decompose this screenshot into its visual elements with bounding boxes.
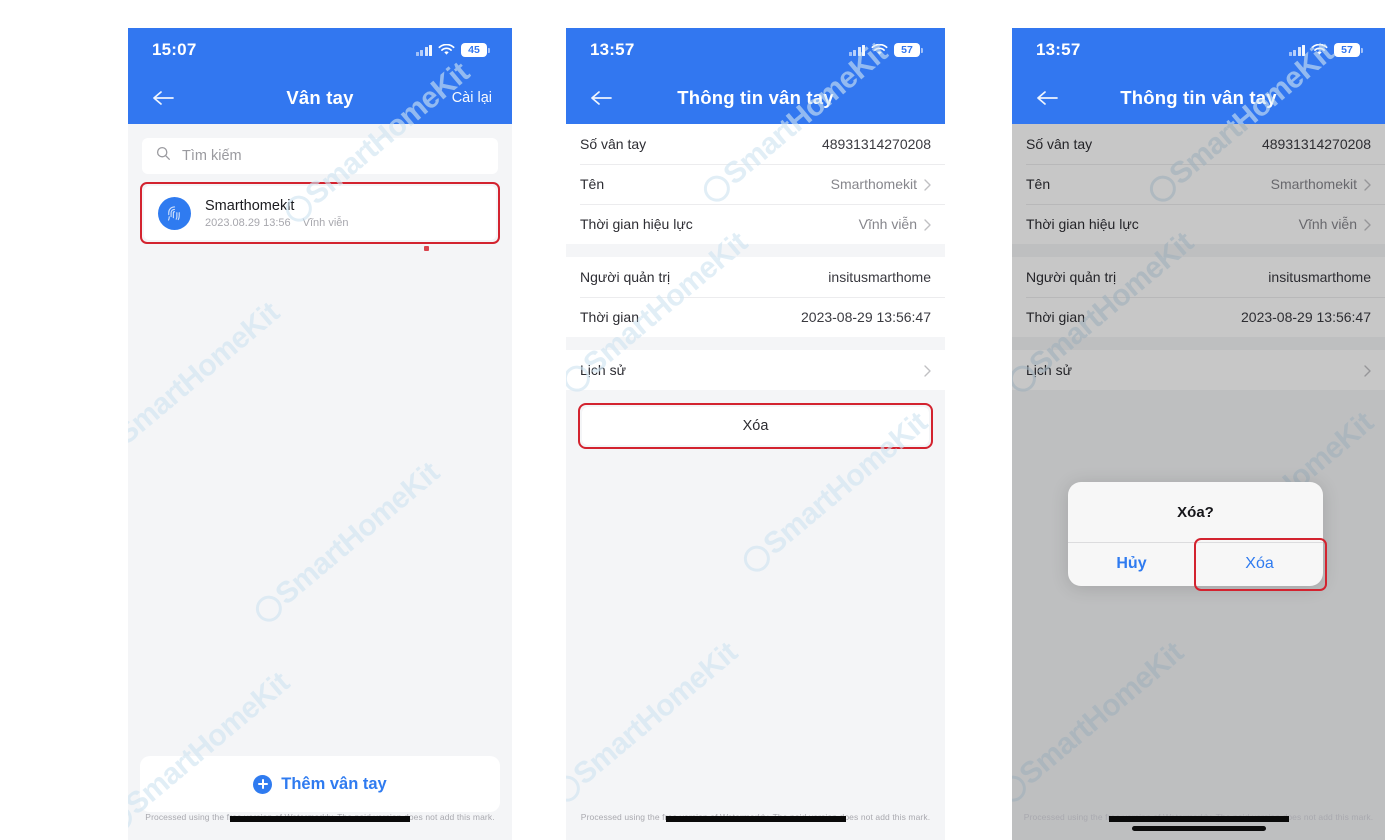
back-arrow-icon[interactable] [150, 88, 176, 108]
footer-strike [230, 816, 410, 822]
home-indicator [1131, 826, 1266, 831]
status-bar-panel2: 13:57 57 [566, 28, 945, 72]
status-bar-panel1: 15:07 45 [128, 28, 512, 72]
phone-screen-delete-confirm: 13:57 57 Thông tin vân tay SmartHomeKit … [1012, 28, 1385, 840]
chevron-right-icon [924, 364, 931, 377]
back-arrow-icon[interactable] [1034, 88, 1060, 108]
watermark-footer: Processed using the free version of Wate… [145, 812, 495, 822]
search-placeholder: Tìm kiếm [182, 148, 242, 164]
battery-level: 57 [1341, 43, 1353, 56]
signal-bars-icon [1288, 44, 1305, 56]
list-item-fingerprint[interactable]: Smarthomekit 2023.08.29 13:56 Vĩnh viễn [144, 186, 496, 240]
red-dot-marker [424, 246, 429, 251]
table-row[interactable]: Người quản trị insitusmarthome [566, 257, 945, 297]
cancel-button[interactable]: Hủy [1068, 543, 1195, 586]
chevron-right-icon [924, 178, 931, 191]
chevron-right-icon [924, 218, 931, 231]
footer-strike [1108, 816, 1289, 822]
detail-group-2: Người quản trị insitusmarthome Thời gian… [566, 257, 945, 337]
status-bar-panel3: 13:57 57 [1012, 28, 1385, 72]
fingerprint-date: 2023.08.29 13:56 [205, 216, 291, 229]
watermark-footer: Processed using the free version of Wate… [580, 812, 931, 822]
phone-screen-fingerprint-detail: 13:57 57 Thông tin vân tay SmartHomeKit … [566, 28, 945, 840]
confirm-delete-button[interactable]: Xóa [1196, 543, 1323, 586]
row-value: Smarthomekit [830, 176, 917, 192]
panel1-body: SmartHomeKit SmartHomeKit SmartHomeKit S… [128, 56, 512, 840]
detail-group-1: Số vân tay 48931314270208 Tên Smarthomek… [566, 124, 945, 244]
fingerprint-item-highlight: Smarthomekit 2023.08.29 13:56 Vĩnh viễn [140, 182, 500, 244]
wifi-icon [438, 44, 455, 56]
add-fingerprint-label: Thêm vân tay [281, 774, 387, 793]
footer-strike [665, 816, 846, 822]
page-title: Thông tin vân tay [1120, 87, 1277, 108]
search-icon [156, 146, 171, 166]
delete-area: Xóa [566, 403, 945, 449]
row-value: 48931314270208 [821, 136, 931, 152]
row-label: Người quản trị [580, 269, 671, 285]
nav-bar-panel2: Thông tin vân tay [566, 72, 945, 124]
watermark-smarthomekit: SmartHomeKit [248, 456, 446, 630]
table-row[interactable]: Tên Smarthomekit [566, 164, 945, 204]
table-row[interactable]: Thời gian 2023-08-29 13:56:47 [566, 297, 945, 337]
search-area: Tìm kiếm [128, 124, 512, 174]
row-value: Vĩnh viễn [858, 216, 917, 232]
row-value: 2023-08-29 13:56:47 [801, 309, 931, 325]
row-value: insitusmarthome [828, 269, 931, 285]
status-time: 15:07 [152, 40, 197, 59]
watermark-footer: Processed using the free version of Wate… [1023, 812, 1374, 822]
plus-circle-icon [253, 774, 273, 794]
panel2-body: SmartHomeKit SmartHomeKit SmartHomeKit S… [566, 36, 945, 840]
page-title: Thông tin vân tay [677, 87, 834, 108]
battery-indicator: 45 [461, 43, 490, 57]
row-label: Tên [580, 176, 605, 192]
dialog-title: Xóa? [1177, 504, 1214, 521]
fingerprint-list: Smarthomekit 2023.08.29 13:56 Vĩnh viễn [128, 174, 512, 244]
battery-indicator: 57 [894, 43, 923, 57]
signal-bars-icon [415, 44, 432, 56]
table-row[interactable]: Số vân tay 48931314270208 [566, 124, 945, 164]
wifi-icon [871, 44, 888, 56]
watermark-smarthomekit: SmartHomeKit [566, 636, 744, 810]
fingerprint-validity: Vĩnh viễn [302, 216, 349, 229]
row-label: Thời gian [580, 309, 639, 325]
signal-bars-icon [848, 44, 865, 56]
search-input[interactable]: Tìm kiếm [142, 138, 498, 174]
dialog-actions: Hủy Xóa [1068, 538, 1327, 591]
status-time: 13:57 [590, 40, 635, 59]
reset-button[interactable]: Cài lại [452, 90, 492, 106]
status-time: 13:57 [1036, 40, 1081, 59]
table-row-history[interactable]: Lịch sử [566, 350, 945, 390]
table-row[interactable]: Thời gian hiệu lực Vĩnh viễn [566, 204, 945, 244]
wifi-icon [1311, 44, 1328, 56]
detail-group-3: Lịch sử [566, 350, 945, 390]
watermark-smarthomekit: SmartHomeKit [128, 296, 286, 470]
row-label: Số vân tay [580, 136, 647, 152]
add-fingerprint-area: Thêm vân tay [140, 756, 500, 812]
phone-screen-fingerprint-list: 15:07 45 Vân tay Cài lại SmartHomeKit Sm… [128, 28, 512, 840]
nav-bar-panel3: Thông tin vân tay [1012, 72, 1385, 124]
screenshot-stage: 15:07 45 Vân tay Cài lại SmartHomeKit Sm… [0, 0, 1385, 840]
row-label: Lịch sử [580, 362, 626, 378]
fingerprint-icon [158, 196, 191, 230]
battery-level: 45 [468, 43, 480, 56]
row-label: Thời gian hiệu lực [580, 216, 693, 232]
battery-indicator: 57 [1334, 43, 1363, 57]
delete-button[interactable]: Xóa [582, 407, 929, 445]
delete-confirm-dialog: Xóa? Hủy Xóa [1068, 482, 1327, 591]
add-fingerprint-button[interactable]: Thêm vân tay [140, 756, 500, 812]
delete-button-highlight: Xóa [578, 403, 933, 449]
back-arrow-icon[interactable] [588, 88, 614, 108]
panel3-body: SmartHomeKit SmartHomeKit SmartHomeKit S… [1012, 36, 1385, 840]
fingerprint-name: Smarthomekit [205, 197, 295, 214]
battery-level: 57 [901, 43, 913, 56]
nav-bar-panel1: Vân tay Cài lại [128, 72, 512, 124]
